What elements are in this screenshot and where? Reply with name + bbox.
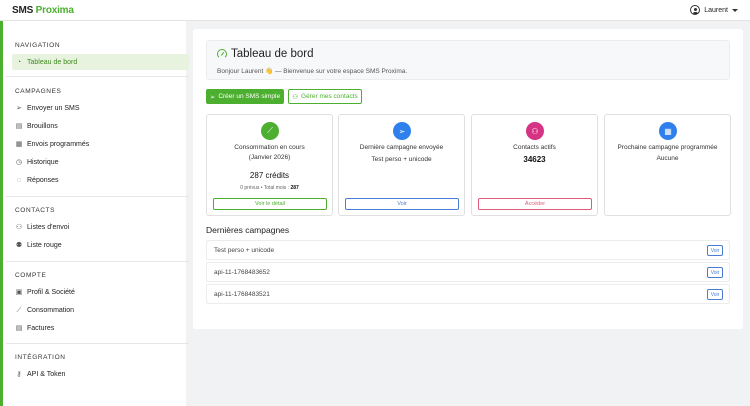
sidebar-item-label: Factures bbox=[27, 324, 55, 332]
sidebar-item-invoices[interactable]: ▤ Factures bbox=[12, 320, 189, 336]
next-campaign-title: Prochaine campagne programmée bbox=[617, 144, 718, 151]
people-icon: ⚇ bbox=[292, 93, 299, 101]
next-campaign-value: Aucune bbox=[656, 155, 679, 162]
logo-text-sms: SMS bbox=[12, 5, 34, 16]
sidebar-item-label: Réponses bbox=[27, 176, 59, 184]
contacts-value: 34623 bbox=[523, 155, 546, 164]
page-title-wrap: Tableau de bord bbox=[217, 48, 313, 60]
main-panel: Tableau de bord Bonjour Laurent 👋 — Bien… bbox=[193, 29, 743, 329]
section-title-contacts: CONTACTS bbox=[15, 207, 56, 214]
consumption-title: Consommation en cours bbox=[234, 144, 305, 151]
contacts-title: Contacts actifs bbox=[513, 144, 556, 151]
people-icon: ⚇ bbox=[15, 223, 23, 231]
table-row: api-11-1768483652 Voir bbox=[206, 262, 730, 282]
section-title-navigation: NAVIGATION bbox=[15, 42, 61, 49]
send-icon: ➢ bbox=[16, 104, 22, 112]
key-icon: ⚷ bbox=[16, 370, 22, 378]
campaign-name: api-11-1768483521 bbox=[214, 291, 270, 298]
sidebar-item-drafts[interactable]: ▤ Brouillons bbox=[12, 118, 189, 134]
create-sms-label: Créer un SMS simple bbox=[218, 93, 281, 100]
consumption-detail: 0 prévus • Total mois : 287 bbox=[207, 185, 332, 191]
logo-text-proxima: Proxima bbox=[35, 5, 74, 16]
sidebar-item-label: Brouillons bbox=[27, 122, 58, 130]
top-bar: SMS Proxima Laurent bbox=[0, 0, 750, 21]
access-contacts-button[interactable]: Accéder bbox=[478, 198, 592, 210]
last-campaign-name: Test perso + unicode bbox=[371, 156, 432, 163]
next-campaign-card: ▦ Prochaine campagne programmée Aucune bbox=[604, 114, 731, 216]
sidebar-item-history[interactable]: ◷ Historique bbox=[12, 154, 189, 170]
sidebar-item-label: Envois programmés bbox=[27, 140, 90, 148]
invoice-icon: ▤ bbox=[15, 324, 23, 332]
table-row: Test perso + unicode Voir bbox=[206, 240, 730, 260]
send-icon: ➢ bbox=[209, 93, 216, 101]
view-campaign-button[interactable]: Voir bbox=[707, 267, 723, 278]
view-campaign-button[interactable]: Voir bbox=[707, 245, 723, 256]
sidebar-item-label: Envoyer un SMS bbox=[27, 104, 80, 112]
view-detail-button[interactable]: Voir le détail bbox=[213, 198, 327, 210]
sidebar-item-red-list[interactable]: ⚉ Liste rouge bbox=[12, 237, 189, 253]
section-title-compte: COMPTE bbox=[15, 272, 47, 279]
table-row: api-11-1768483521 Voir bbox=[206, 284, 730, 304]
gauge-icon bbox=[217, 49, 227, 59]
sidebar-item-label: Liste rouge bbox=[27, 241, 62, 249]
sidebar-item-label: Tableau de bord bbox=[27, 58, 78, 66]
sidebar-item-label: Listes d'envoi bbox=[27, 223, 70, 231]
chat-icon: ◌ bbox=[16, 176, 22, 184]
divider bbox=[6, 196, 189, 197]
people-icon: ⚇ bbox=[526, 122, 544, 140]
last-campaign-card: ➢ Dernière campagne envoyée Test perso +… bbox=[338, 114, 465, 216]
section-title-integration: INTÉGRATION bbox=[15, 354, 66, 361]
sidebar-item-dashboard[interactable]: ◔ Tableau de bord bbox=[12, 54, 189, 70]
contacts-card: ⚇ Contacts actifs 34623 Accéder bbox=[471, 114, 598, 216]
sidebar-item-replies[interactable]: ◌ Réponses bbox=[12, 172, 189, 188]
consumption-detail-prefix: 0 prévus • Total mois : bbox=[240, 185, 290, 191]
view-last-campaign-button[interactable]: Voir bbox=[345, 198, 459, 210]
sidebar-item-consumption[interactable]: ⟋ Consommation bbox=[12, 302, 189, 318]
calendar-icon: ▦ bbox=[15, 140, 23, 148]
campaign-name: api-11-1768483652 bbox=[214, 269, 270, 276]
person-block-icon: ⚉ bbox=[15, 241, 23, 249]
sidebar: NAVIGATION ◔ Tableau de bord CAMPAGNES ➢… bbox=[0, 21, 189, 406]
last-campaign-title: Dernière campagne envoyée bbox=[359, 144, 444, 151]
consumption-period: (Janvier 2026) bbox=[248, 154, 291, 161]
divider bbox=[6, 76, 189, 77]
section-title-campagnes: CAMPAGNES bbox=[15, 88, 62, 95]
chevron-down-icon bbox=[732, 8, 738, 12]
welcome-header: Tableau de bord Bonjour Laurent 👋 — Bien… bbox=[206, 40, 730, 80]
calendar-icon: ▦ bbox=[659, 122, 677, 140]
sidebar-item-label: Profil & Société bbox=[27, 288, 75, 296]
create-sms-button[interactable]: ➢ Créer un SMS simple bbox=[206, 89, 284, 104]
user-avatar-icon bbox=[690, 5, 701, 15]
user-menu[interactable]: Laurent bbox=[690, 5, 738, 15]
gauge-icon: ◔ bbox=[16, 58, 22, 66]
page-title: Tableau de bord bbox=[231, 48, 314, 60]
manage-contacts-label: Gérer mes contacts bbox=[301, 93, 358, 100]
consumption-value: 287 crédits bbox=[249, 171, 290, 180]
recent-campaigns-title: Dernières campagnes bbox=[206, 225, 290, 235]
app-logo[interactable]: SMS Proxima bbox=[12, 5, 74, 16]
manage-contacts-button[interactable]: ⚇ Gérer mes contacts bbox=[288, 89, 362, 104]
sidebar-item-api-token[interactable]: ⚷ API & Token bbox=[12, 366, 189, 382]
send-icon: ➢ bbox=[393, 122, 411, 140]
sidebar-item-profile[interactable]: ▣ Profil & Société bbox=[12, 284, 189, 300]
document-icon: ▤ bbox=[15, 122, 23, 130]
chart-icon: ⟋ bbox=[16, 306, 22, 314]
sidebar-item-label: API & Token bbox=[27, 370, 66, 378]
campaign-name: Test perso + unicode bbox=[214, 247, 275, 254]
sidebar-item-label: Historique bbox=[27, 158, 59, 166]
consumption-detail-total: 287 bbox=[290, 185, 299, 191]
sidebar-item-send-lists[interactable]: ⚇ Listes d'envoi bbox=[12, 219, 189, 235]
divider bbox=[6, 261, 189, 262]
clock-icon: ◷ bbox=[15, 158, 23, 166]
user-name: Laurent bbox=[704, 6, 728, 14]
divider bbox=[6, 343, 189, 344]
consumption-card: ⟋ Consommation en cours (Janvier 2026) 2… bbox=[206, 114, 333, 216]
sidebar-item-send-sms[interactable]: ➢ Envoyer un SMS bbox=[12, 100, 189, 116]
trend-icon: ⟋ bbox=[261, 122, 279, 140]
id-card-icon: ▣ bbox=[15, 288, 23, 296]
sidebar-item-label: Consommation bbox=[27, 306, 75, 314]
sidebar-item-scheduled[interactable]: ▦ Envois programmés bbox=[12, 136, 189, 152]
view-campaign-button[interactable]: Voir bbox=[707, 289, 723, 300]
welcome-subtitle: Bonjour Laurent 👋 — Bienvenue sur votre … bbox=[217, 68, 408, 75]
